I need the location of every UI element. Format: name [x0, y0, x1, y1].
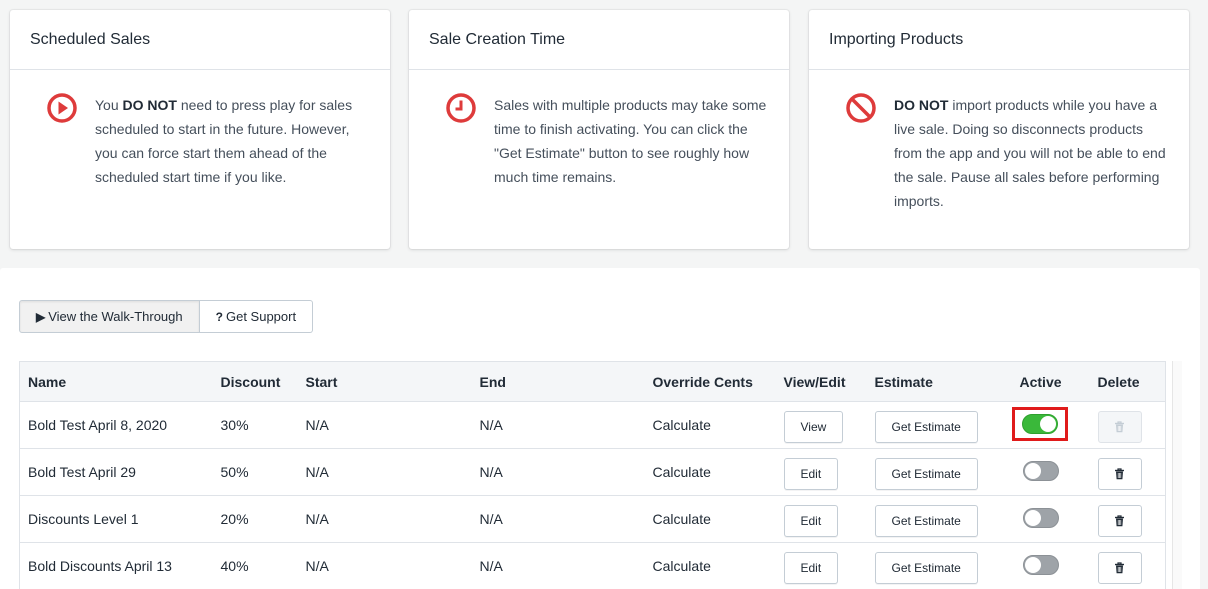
table-header-row: Name Discount Start End Override Cents V… [20, 362, 1166, 402]
get-estimate-button[interactable]: Get Estimate [875, 505, 978, 537]
walkthrough-button[interactable]: ▶ View the Walk-Through [19, 300, 200, 333]
sales-panel: ▶ View the Walk-Through ? Get Support Na… [0, 268, 1200, 589]
toggle-knob [1040, 416, 1056, 432]
active-toggle-wrapper [1020, 552, 1062, 578]
card-description: Sales with multiple products may take so… [494, 93, 769, 189]
delete-button[interactable] [1098, 458, 1142, 490]
sale-start: N/A [298, 402, 472, 449]
table-scrollbar[interactable] [1172, 361, 1182, 589]
col-view-edit: View/Edit [776, 362, 867, 402]
sales-table: Name Discount Start End Override Cents V… [19, 361, 1166, 589]
delete-button [1098, 411, 1142, 443]
get-estimate-button[interactable]: Get Estimate [875, 458, 978, 490]
table-row: Bold Test April 8, 2020 30% N/A N/A Calc… [20, 402, 1166, 449]
active-toggle[interactable] [1022, 414, 1058, 434]
play-circle-icon [46, 92, 78, 124]
get-estimate-button[interactable]: Get Estimate [875, 552, 978, 584]
toggle-knob [1025, 557, 1041, 573]
table-row: Bold Test April 29 50% N/A N/A Calculate… [20, 449, 1166, 496]
sale-end: N/A [472, 449, 645, 496]
prohibited-icon [845, 92, 877, 124]
view-edit-button[interactable]: Edit [784, 505, 839, 537]
trash-icon [1114, 468, 1125, 480]
trash-icon [1114, 562, 1125, 574]
sale-name: Bold Test April 29 [20, 449, 213, 496]
trash-icon [1114, 515, 1125, 527]
col-end: End [472, 362, 645, 402]
card-title: Scheduled Sales [10, 10, 390, 70]
active-toggle-wrapper [1020, 458, 1062, 484]
sale-start: N/A [298, 543, 472, 589]
sale-override-cents: Calculate [645, 449, 776, 496]
col-start: Start [298, 362, 472, 402]
toggle-knob [1025, 463, 1041, 479]
sale-discount: 20% [213, 496, 298, 543]
sale-override-cents: Calculate [645, 496, 776, 543]
question-icon: ? [216, 310, 223, 324]
sale-override-cents: Calculate [645, 402, 776, 449]
table-row: Discounts Level 1 20% N/A N/A Calculate … [20, 496, 1166, 543]
sale-discount: 30% [213, 402, 298, 449]
col-delete: Delete [1090, 362, 1166, 402]
sale-name: Discounts Level 1 [20, 496, 213, 543]
view-edit-button[interactable]: Edit [784, 552, 839, 584]
col-estimate: Estimate [867, 362, 1012, 402]
get-support-label: Get Support [226, 309, 296, 324]
table-row: Bold Discounts April 13 40% N/A N/A Calc… [20, 543, 1166, 589]
view-edit-button[interactable]: View [784, 411, 844, 443]
col-override-cents: Override Cents [645, 362, 776, 402]
active-toggle[interactable] [1023, 555, 1059, 575]
col-discount: Discount [213, 362, 298, 402]
walkthrough-label: View the Walk-Through [48, 309, 182, 324]
sale-discount: 40% [213, 543, 298, 589]
play-icon: ▶ [36, 310, 45, 324]
card-sale-creation-time: Sale Creation Time Sales with multiple p… [409, 10, 789, 249]
sale-name: Bold Discounts April 13 [20, 543, 213, 589]
toggle-knob [1025, 510, 1041, 526]
sale-start: N/A [298, 449, 472, 496]
action-button-group: ▶ View the Walk-Through ? Get Support [19, 300, 313, 333]
col-name: Name [20, 362, 213, 402]
active-toggle[interactable] [1023, 508, 1059, 528]
card-scheduled-sales: Scheduled Sales You DO NOT need to press… [10, 10, 390, 249]
active-toggle[interactable] [1023, 461, 1059, 481]
card-importing-products: Importing Products DO NOT import product… [809, 10, 1189, 249]
delete-button[interactable] [1098, 505, 1142, 537]
get-estimate-button[interactable]: Get Estimate [875, 411, 978, 443]
sale-override-cents: Calculate [645, 543, 776, 589]
col-active: Active [1012, 362, 1090, 402]
sale-discount: 50% [213, 449, 298, 496]
delete-button[interactable] [1098, 552, 1142, 584]
trash-icon [1114, 421, 1125, 433]
sale-start: N/A [298, 496, 472, 543]
card-description: You DO NOT need to press play for sales … [95, 93, 370, 189]
card-title: Sale Creation Time [409, 10, 789, 70]
clock-icon [445, 92, 477, 124]
active-toggle-wrapper [1020, 505, 1062, 531]
sale-end: N/A [472, 496, 645, 543]
card-description: DO NOT import products while you have a … [894, 93, 1169, 213]
view-edit-button[interactable]: Edit [784, 458, 839, 490]
active-toggle-wrapper [1012, 407, 1068, 441]
get-support-button[interactable]: ? Get Support [200, 300, 313, 333]
sale-name: Bold Test April 8, 2020 [20, 402, 213, 449]
card-title: Importing Products [809, 10, 1189, 70]
sale-end: N/A [472, 402, 645, 449]
sale-end: N/A [472, 543, 645, 589]
